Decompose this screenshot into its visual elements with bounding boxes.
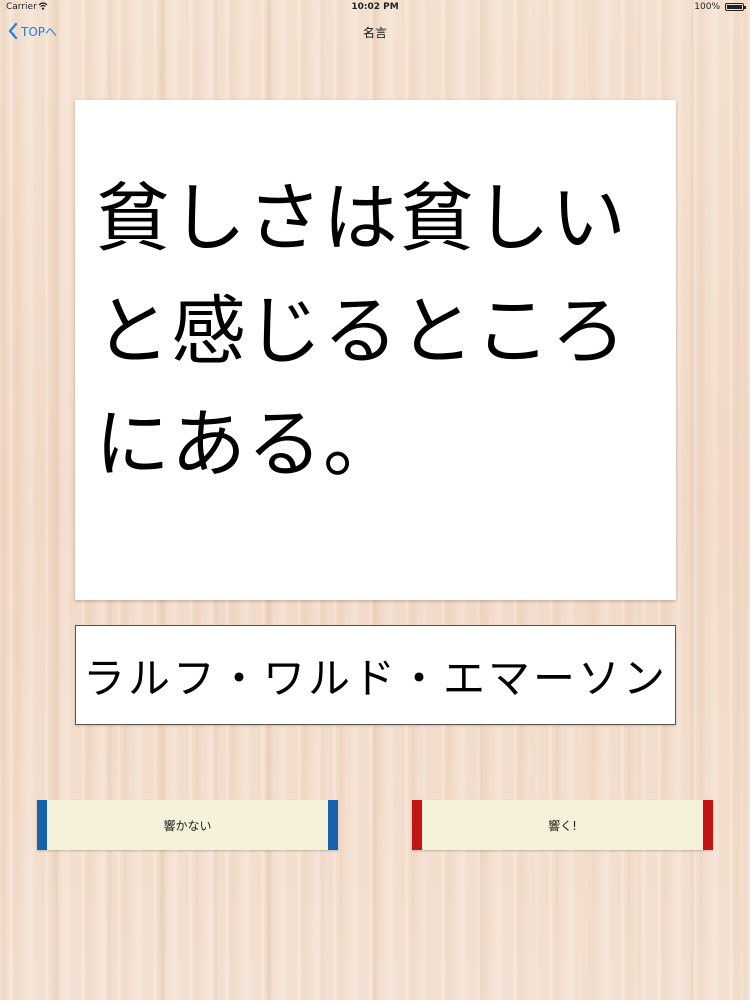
- status-time: 10:02 PM: [351, 2, 399, 12]
- quote-card: 貧しさは貧しいと感じるところにある。: [75, 100, 676, 600]
- not-resonate-button-label: 響かない: [163, 818, 212, 833]
- resonate-button-label: 響く!: [548, 818, 577, 833]
- status-bar: Carrier 10:02 PM 100%: [0, 0, 750, 16]
- page-title: 名言: [362, 26, 387, 40]
- author-box: ラルフ・ワルド・エマーソン: [75, 625, 676, 725]
- navigation-bar: TOPへ 名言: [0, 16, 750, 47]
- battery-icon: [725, 3, 746, 11]
- quote-text: 貧しさは貧しいと感じるところにある。: [95, 174, 628, 488]
- resonate-button[interactable]: 響く!: [412, 800, 713, 850]
- battery-percent: 100%: [694, 2, 720, 12]
- not-resonate-button[interactable]: 響かない: [37, 800, 338, 850]
- quote-author: ラルフ・ワルド・エマーソン: [82, 653, 668, 703]
